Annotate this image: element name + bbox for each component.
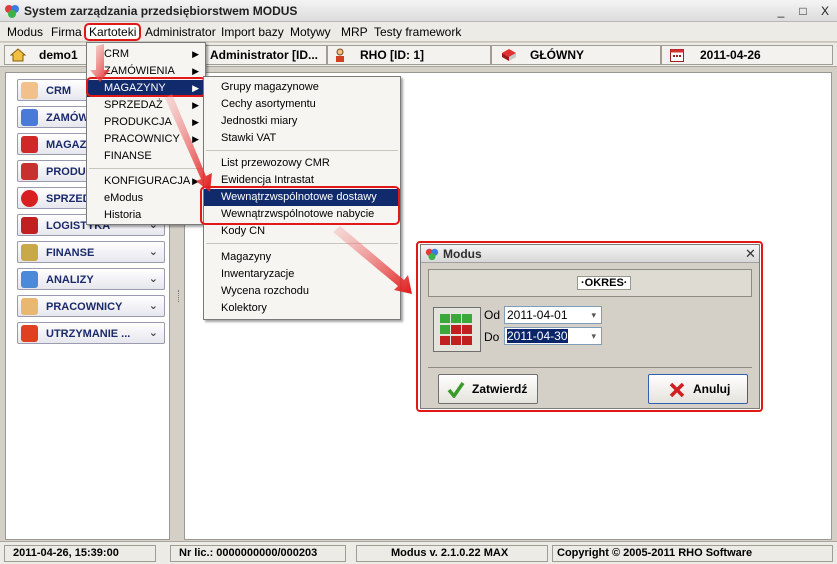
- dialog-header: ·OKRES·: [577, 276, 632, 290]
- date-to-input[interactable]: 2011-04-30 ▾: [504, 327, 602, 345]
- status-version: Modus v. 2.1.0.22 MAX: [356, 545, 548, 562]
- checkmark-icon: [447, 382, 465, 398]
- dropdown-arrow-icon[interactable]: ▾: [591, 328, 596, 344]
- dropdown-arrow-icon[interactable]: ▾: [591, 307, 596, 323]
- to-label: Do: [484, 330, 500, 344]
- date-from-value: 2011-04-01: [507, 308, 568, 322]
- status-license: Nr lic.: 0000000000/000203: [170, 545, 346, 562]
- confirm-button[interactable]: Zatwierdź: [438, 374, 538, 404]
- arrow-to-magazyny: [90, 44, 110, 82]
- period-dialog: Modus ✕ ·OKRES· Od 2011-04-01 ▾ Do 2011-…: [420, 244, 760, 409]
- dialog-close-button[interactable]: ✕: [745, 246, 756, 262]
- calendar-grid-icon: [433, 307, 481, 352]
- cancel-button[interactable]: Anuluj: [648, 374, 748, 404]
- confirm-label: Zatwierdź: [472, 382, 528, 396]
- dialog-header-panel: ·OKRES·: [428, 269, 752, 297]
- arrow-to-dostawy: [165, 94, 212, 192]
- status-datetime: 2011-04-26, 15:39:00: [4, 545, 156, 562]
- date-to-value: 2011-04-30: [507, 329, 568, 343]
- arrow-to-dialog: [333, 226, 412, 294]
- dialog-divider: [428, 367, 752, 368]
- cancel-x-icon: [669, 382, 685, 398]
- status-copyright: Copyright © 2005-2011 RHO Software: [552, 545, 833, 562]
- app-logo-icon: [425, 248, 439, 261]
- date-from-input[interactable]: 2011-04-01 ▾: [504, 306, 602, 324]
- status-bar: 2011-04-26, 15:39:00 Nr lic.: 0000000000…: [0, 541, 837, 564]
- cancel-label: Anuluj: [693, 382, 731, 396]
- from-label: Od: [484, 308, 501, 322]
- dialog-title-bar: Modus ✕: [421, 245, 759, 263]
- dialog-title: Modus: [443, 247, 482, 261]
